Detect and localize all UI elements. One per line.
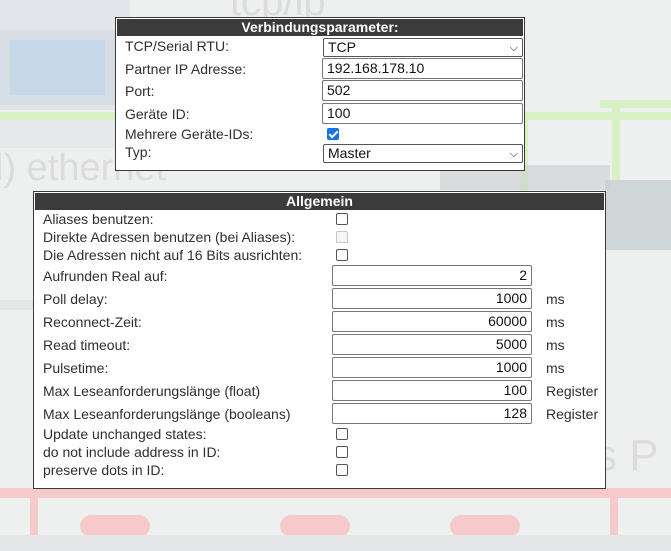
ip-input[interactable]: 192.168.178.10 (322, 58, 523, 79)
read-timeout-input[interactable]: 5000 (332, 334, 532, 355)
type-select-value: Master (328, 145, 371, 161)
device-id-label: Geräte ID: (125, 106, 190, 122)
round-real-input[interactable]: 2 (332, 265, 532, 286)
general-panel: Allgemein Aliases benutzen: Direkte Adre… (33, 191, 606, 489)
read-timeout-row: Read timeout: 5000 ms (34, 334, 605, 355)
chevron-down-icon: ⌵ (509, 148, 518, 160)
read-timeout-unit: ms (546, 337, 565, 353)
general-panel-title: Allgemein (35, 193, 604, 210)
max-float-input[interactable]: 100 (332, 380, 532, 401)
max-float-unit: Register (546, 383, 599, 399)
port-input[interactable]: 502 (322, 80, 523, 101)
max-bool-row: Max Leseanforderungslänge (booleans) 128… (34, 403, 605, 424)
update-unchanged-checkbox[interactable] (336, 428, 348, 440)
max-bool-label: Max Leseanforderungslänge (booleans) (43, 406, 291, 422)
pulsetime-row: Pulsetime: 1000 ms (34, 357, 605, 378)
reconnect-row: Reconnect-Zeit: 60000 ms (34, 311, 605, 332)
no-address-checkbox[interactable] (336, 446, 348, 458)
pulsetime-unit: ms (546, 360, 565, 376)
preserve-dots-row: preserve dots in ID: (34, 462, 605, 479)
reconnect-label: Reconnect-Zeit: (43, 314, 142, 330)
poll-delay-row: Poll delay: 1000 ms (34, 288, 605, 309)
pulsetime-input[interactable]: 1000 (332, 357, 532, 378)
align-16-label: Die Adressen nicht auf 16 Bits ausrichte… (43, 247, 303, 263)
type-row: Typ: Master ⌵ (116, 144, 524, 163)
direct-addresses-row: Direkte Adressen benutzen (bei Aliases): (34, 229, 605, 246)
ip-row: Partner IP Adresse: 192.168.178.10 (116, 58, 524, 79)
poll-delay-label: Poll delay: (43, 291, 108, 307)
pulsetime-label: Pulsetime: (43, 360, 109, 376)
direct-addresses-checkbox[interactable] (336, 231, 348, 243)
direct-addresses-label: Direkte Adressen benutzen (bei Aliases): (43, 229, 296, 245)
port-row: Port: 502 (116, 80, 524, 101)
multi-ids-checkbox[interactable] (327, 128, 339, 140)
reconnect-unit: ms (546, 314, 565, 330)
poll-delay-unit: ms (546, 291, 565, 307)
align-16-row: Die Adressen nicht auf 16 Bits ausrichte… (34, 247, 605, 264)
max-bool-unit: Register (546, 406, 599, 422)
type-select[interactable]: Master ⌵ (323, 144, 523, 163)
read-timeout-label: Read timeout: (43, 337, 131, 353)
aliases-row: Aliases benutzen: (34, 211, 605, 228)
ip-label: Partner IP Adresse: (125, 61, 247, 77)
port-label: Port: (125, 83, 155, 99)
device-id-row: Geräte ID: 100 (116, 103, 524, 124)
align-16-checkbox[interactable] (336, 249, 348, 261)
multi-ids-label: Mehrere Geräte-IDs: (125, 126, 254, 142)
type-label: Typ: (125, 144, 152, 160)
connection-panel: Verbindungsparameter: TCP/Serial RTU: TC… (115, 17, 525, 171)
max-float-row: Max Leseanforderungslänge (float) 100 Re… (34, 380, 605, 401)
device-id-input[interactable]: 100 (322, 103, 523, 124)
preserve-dots-checkbox[interactable] (336, 464, 348, 476)
update-unchanged-label: Update unchanged states: (43, 426, 207, 442)
no-address-row: do not include address in ID: (34, 444, 605, 461)
max-bool-input[interactable]: 128 (332, 403, 532, 424)
chevron-down-icon: ⌵ (509, 42, 518, 54)
multi-ids-row: Mehrere Geräte-IDs: (116, 126, 524, 143)
round-real-label: Aufrunden Real auf: (43, 268, 168, 284)
poll-delay-input[interactable]: 1000 (332, 288, 532, 309)
no-address-label: do not include address in ID: (43, 444, 221, 460)
update-unchanged-row: Update unchanged states: (34, 426, 605, 443)
mode-select-value: TCP (328, 39, 356, 55)
mode-select[interactable]: TCP ⌵ (323, 38, 523, 57)
mode-row: TCP/Serial RTU: TCP ⌵ (116, 38, 524, 57)
preserve-dots-label: preserve dots in ID: (43, 462, 165, 478)
reconnect-input[interactable]: 60000 (332, 311, 532, 332)
connection-panel-title: Verbindungsparameter: (117, 19, 523, 36)
mode-label: TCP/Serial RTU: (125, 38, 229, 54)
round-real-row: Aufrunden Real auf: 2 (34, 265, 605, 286)
max-float-label: Max Leseanforderungslänge (float) (43, 383, 261, 399)
aliases-checkbox[interactable] (336, 213, 348, 225)
aliases-label: Aliases benutzen: (43, 211, 154, 227)
